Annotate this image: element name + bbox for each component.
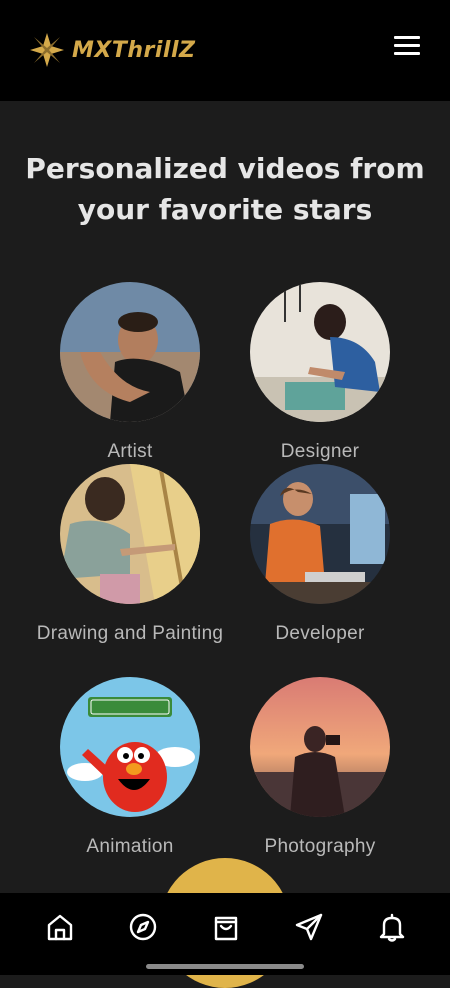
category-label: Animation [86,836,174,857]
category-artist[interactable]: Artist [35,282,225,468]
hamburger-menu-icon[interactable] [394,36,420,56]
bottom-nav [0,893,450,975]
man-gesturing-photo [60,282,200,422]
woman-painting-canvas-photo [60,464,200,604]
shopping-bag-icon[interactable] [209,910,243,944]
page-title: Personalized videos from your favorite s… [25,152,425,226]
brand-logo[interactable]: MXThrillZ [28,30,195,70]
send-icon[interactable] [292,910,326,944]
app-header: MXThrillZ [0,0,450,101]
category-label: Drawing and Painting [36,623,224,644]
category-animation[interactable]: Animation [35,677,225,863]
photographer-silhouette-sunset-photo [250,677,390,817]
compass-icon[interactable] [126,910,160,944]
category-drawing-and-painting[interactable]: Drawing and Painting [35,464,225,650]
woman-drawing-at-desk-photo [250,282,390,422]
category-photography[interactable]: Photography [225,677,415,863]
home-icon[interactable] [43,910,77,944]
category-label: Photography [264,836,376,857]
home-indicator[interactable] [146,964,304,969]
category-designer[interactable]: Designer [225,282,415,468]
star-logo-icon [30,33,64,67]
category-label: Developer [275,623,365,644]
bell-icon[interactable] [375,910,409,944]
sesame-street-elmo-image [60,677,200,817]
category-developer[interactable]: Developer [225,464,415,650]
brand-name: MXThrillZ [72,37,196,63]
man-coding-at-computer-photo [250,464,390,604]
